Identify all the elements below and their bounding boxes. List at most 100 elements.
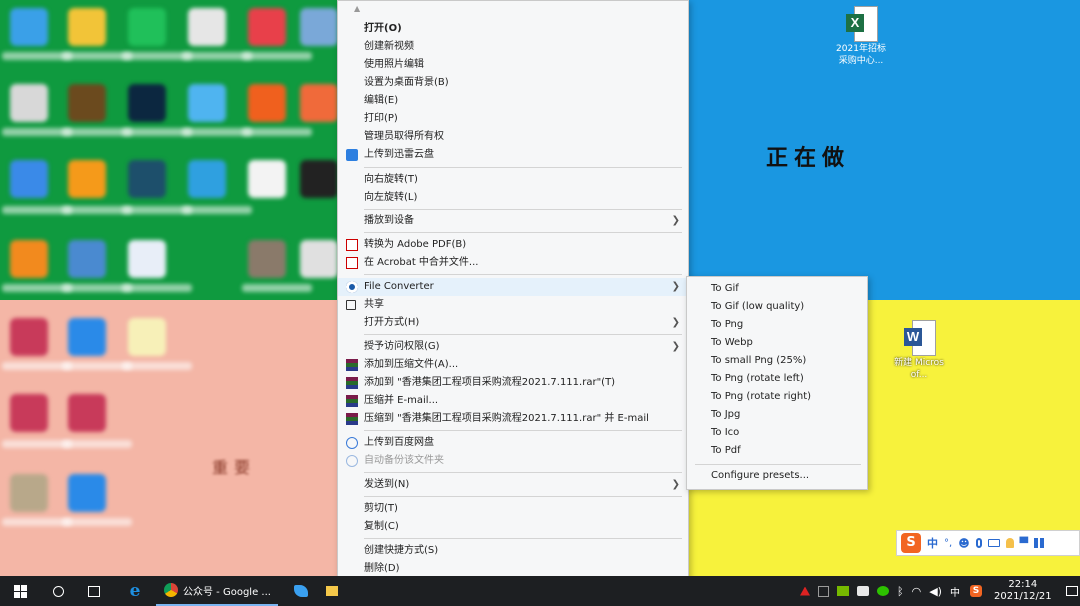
submenu-item-to-webp[interactable]: To Webp <box>687 334 867 352</box>
submenu-item-png-rotate-left[interactable]: To Png (rotate left) <box>687 370 867 388</box>
notification-icon[interactable] <box>1065 586 1078 596</box>
keyboard-icon[interactable] <box>987 539 1000 547</box>
menu-item-add-archive[interactable]: 添加到压缩文件(A)... <box>338 356 688 374</box>
menu-item-rotate-left[interactable]: 向左旋转(L) <box>338 189 688 207</box>
start-button[interactable] <box>0 576 40 606</box>
menu-item-cut[interactable]: 剪切(T) <box>338 500 688 518</box>
app-icon[interactable] <box>10 8 48 46</box>
input-language[interactable]: 中 <box>950 584 960 599</box>
menu-item-open[interactable]: 打开(O) <box>338 20 688 38</box>
app-icon[interactable] <box>68 394 106 432</box>
app-icon[interactable] <box>10 394 48 432</box>
menu-item-create-video[interactable]: 创建新视频 <box>338 38 688 56</box>
menu-item-take-ownership[interactable]: 管理员取得所有权 <box>338 128 688 146</box>
scroll-up-arrow[interactable]: ▲ <box>354 4 360 13</box>
menu-item-add-to-rar[interactable]: 添加到 "香港集团工程项目采购流程2021.7.111.rar"(T) <box>338 374 688 392</box>
menu-item-copy[interactable]: 复制(C) <box>338 518 688 536</box>
app-icon[interactable] <box>68 8 106 46</box>
submenu-item-to-gif-low[interactable]: To Gif (low quality) <box>687 298 867 316</box>
app-icon[interactable] <box>188 160 226 198</box>
menu-item-edit[interactable]: 编辑(E) <box>338 92 688 110</box>
app-icon[interactable] <box>128 318 166 356</box>
app-icon[interactable] <box>68 160 106 198</box>
app-icon[interactable] <box>128 240 166 278</box>
ime-punct-toggle[interactable]: °, <box>944 538 952 549</box>
app-icon[interactable] <box>10 84 48 122</box>
toolbox-icon[interactable] <box>1034 538 1045 548</box>
app-icon[interactable] <box>300 160 338 198</box>
menu-item-compress-rar-email[interactable]: 压缩到 "香港集团工程项目采购流程2021.7.111.rar" 并 E-mai… <box>338 410 688 428</box>
search-button[interactable] <box>40 576 76 606</box>
volume-icon[interactable]: ◀) <box>929 585 942 598</box>
menu-item-open-with[interactable]: 打开方式(H) ❯ <box>338 314 688 332</box>
submenu-item-png-rotate-right[interactable]: To Png (rotate right) <box>687 388 867 406</box>
app-icon[interactable] <box>300 8 338 46</box>
desktop-file-word[interactable]: W 新建 Microsof... <box>884 320 954 381</box>
app-icon[interactable] <box>128 160 166 198</box>
app-icon[interactable] <box>10 474 48 512</box>
app-icon[interactable] <box>128 8 166 46</box>
app-icon[interactable] <box>248 84 286 122</box>
desktop-file-excel[interactable]: X 2021年招标采购中心... <box>826 6 896 67</box>
tray-app-icon[interactable] <box>800 586 810 596</box>
chrome-task-button[interactable]: 公众号 - Google ... <box>156 576 278 606</box>
clock[interactable]: 22:14 2021/12/21 <box>994 579 1052 603</box>
menu-item-rotate-right[interactable]: 向右旋转(T) <box>338 171 688 189</box>
submenu-item-configure-presets[interactable]: Configure presets... <box>687 467 867 485</box>
menu-item-photo-edit[interactable]: 使用照片编辑 <box>338 56 688 74</box>
wifi-icon[interactable]: ◠ <box>912 585 922 598</box>
app-icon[interactable] <box>248 240 286 278</box>
app-icon[interactable] <box>10 318 48 356</box>
menu-item-file-converter[interactable]: File Converter ❯ <box>338 278 688 296</box>
app-icon[interactable] <box>10 240 48 278</box>
sogou-logo-icon[interactable]: S <box>901 533 921 553</box>
edge-button[interactable]: e <box>118 576 152 606</box>
nvidia-icon[interactable] <box>837 586 849 596</box>
menu-item-cast-to-device[interactable]: 播放到设备 ❯ <box>338 212 688 230</box>
menu-item-grant-access[interactable]: 授予访问权限(G) ❯ <box>338 338 688 356</box>
menu-item-set-wallpaper[interactable]: 设置为桌面背景(B) <box>338 74 688 92</box>
app-icon[interactable] <box>10 160 48 198</box>
app-icon[interactable] <box>248 8 286 46</box>
menu-item-print[interactable]: 打印(P) <box>338 110 688 128</box>
submenu-item-to-gif[interactable]: To Gif <box>687 280 867 298</box>
tray-app-icon[interactable] <box>857 586 869 596</box>
wechat-icon[interactable] <box>877 586 889 596</box>
app-icon[interactable] <box>68 240 106 278</box>
app-icon[interactable] <box>68 84 106 122</box>
feishu-button[interactable] <box>284 576 318 606</box>
submenu-item-to-ico[interactable]: To Ico <box>687 424 867 442</box>
app-icon[interactable] <box>68 474 106 512</box>
ime-lang-toggle[interactable]: 中 <box>927 535 938 551</box>
menu-item-upload-thunder[interactable]: 上传到迅雷云盘 <box>338 146 688 164</box>
submenu-item-to-jpg[interactable]: To Jpg <box>687 406 867 424</box>
menu-item-convert-pdf[interactable]: 转换为 Adobe PDF(B) <box>338 236 688 254</box>
menu-item-create-shortcut[interactable]: 创建快捷方式(S) <box>338 542 688 560</box>
bluetooth-icon[interactable]: ᛒ <box>897 585 904 598</box>
skin-icon[interactable]: ▀ <box>1020 537 1028 550</box>
menu-item-send-to[interactable]: 发送到(N) ❯ <box>338 476 688 494</box>
menu-item-acrobat-merge[interactable]: 在 Acrobat 中合并文件... <box>338 254 688 272</box>
app-icon[interactable] <box>188 84 226 122</box>
task-view-button[interactable] <box>76 576 112 606</box>
submenu-item-to-pdf[interactable]: To Pdf <box>687 442 867 460</box>
app-icon[interactable] <box>300 84 338 122</box>
menu-item-share[interactable]: 共享 <box>338 296 688 314</box>
submenu-item-to-png[interactable]: To Png <box>687 316 867 334</box>
menu-item-compress-email[interactable]: 压缩并 E-mail... <box>338 392 688 410</box>
sogou-tray-icon[interactable]: S <box>969 585 982 597</box>
app-icon[interactable] <box>68 318 106 356</box>
tray-app-icon[interactable] <box>818 585 829 597</box>
user-icon[interactable] <box>1005 538 1014 548</box>
microphone-icon[interactable] <box>975 538 982 548</box>
menu-item-auto-backup[interactable]: 自动备份该文件夹 <box>338 452 688 470</box>
app-icon[interactable] <box>248 160 286 198</box>
app-icon[interactable] <box>128 84 166 122</box>
app-icon[interactable] <box>300 240 338 278</box>
app-icon[interactable] <box>188 8 226 46</box>
menu-item-upload-baidu[interactable]: 上传到百度网盘 <box>338 434 688 452</box>
emoji-icon[interactable]: ☻ <box>958 537 969 550</box>
ime-toolbar[interactable]: S 中 °, ☻ ▀ <box>896 530 1080 556</box>
submenu-item-to-small-png[interactable]: To small Png (25%) <box>687 352 867 370</box>
file-explorer-button[interactable] <box>324 576 340 606</box>
